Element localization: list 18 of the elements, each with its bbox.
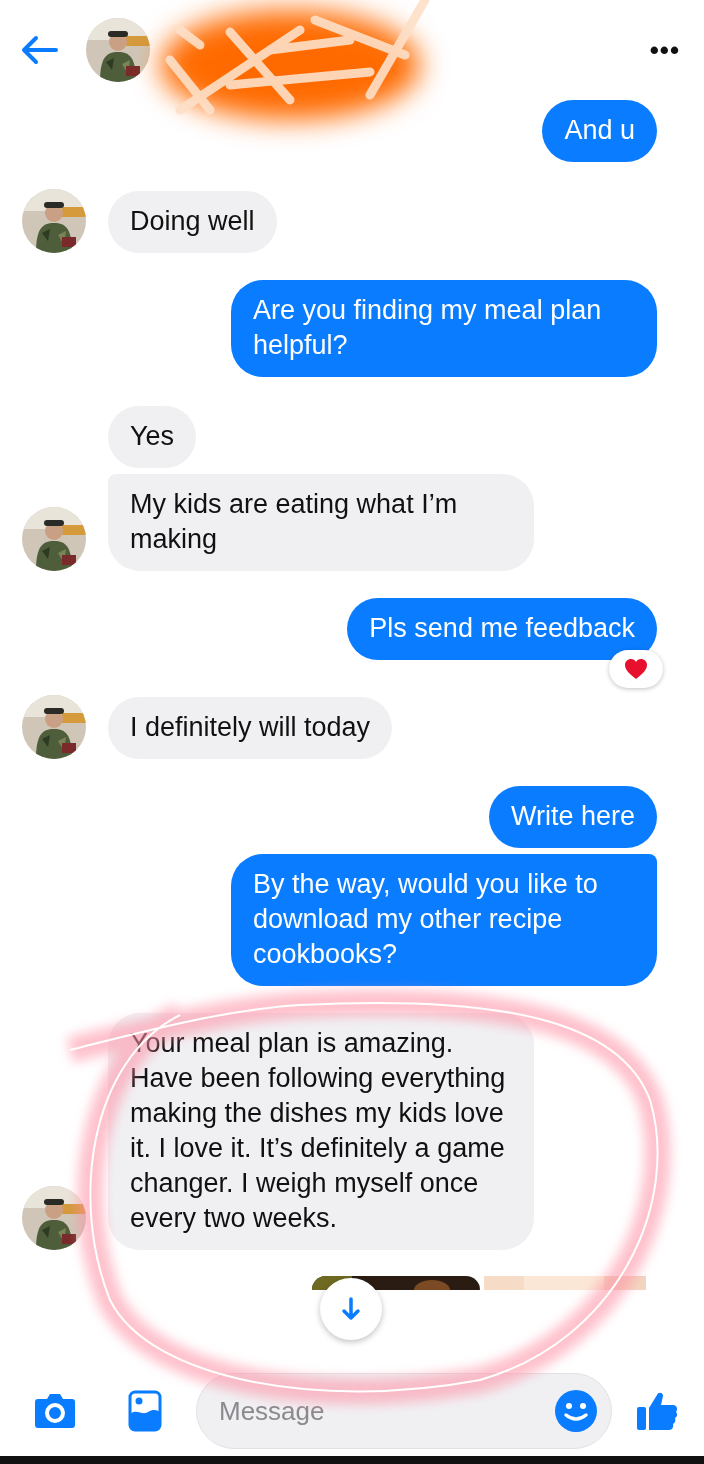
message-bubble: Yes [108, 406, 197, 468]
message-bubble: Are you finding my meal plan helpful? [231, 280, 657, 377]
message-bubble: And u [542, 100, 657, 162]
more-options-button[interactable]: ••• [649, 34, 680, 66]
message-bubble: Doing well [108, 191, 277, 253]
down-arrow-icon [341, 1297, 361, 1321]
camera-icon[interactable] [34, 1393, 76, 1429]
message-field[interactable]: Message [196, 1373, 612, 1449]
message-bubble: Write here [488, 786, 657, 848]
message-bubble: I definitely will today [108, 697, 393, 759]
back-arrow-icon[interactable] [20, 35, 58, 65]
message-bubble: Your meal plan is amazing. Have been following everything making the dishes my kids love it. I love it. It’s definitely a game changer. I weigh myself once every two weeks. [108, 1013, 534, 1250]
scroll-down-button[interactable] [320, 1278, 382, 1340]
thumbs-up-icon[interactable] [636, 1391, 678, 1431]
message-bubble: My kids are eating what I’m making [108, 474, 534, 571]
image-icon[interactable] [128, 1390, 162, 1432]
emoji-icon[interactable] [554, 1389, 598, 1433]
message-bubble: By the way, would you like to download my other recipe cookbooks? [231, 854, 657, 986]
